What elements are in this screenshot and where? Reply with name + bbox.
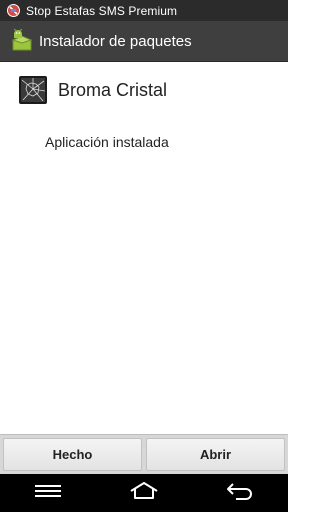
app-header: Broma Cristal (19, 76, 167, 104)
menu-button[interactable] (28, 478, 68, 508)
app-name: Broma Cristal (58, 79, 168, 100)
button-bar: Hecho Abrir (0, 434, 288, 474)
status-bar: Stop Estafas SMS Premium (0, 0, 288, 21)
back-button[interactable] (220, 478, 260, 508)
stop-sign-icon (6, 4, 20, 18)
menu-icon (35, 484, 61, 503)
done-button[interactable]: Hecho (3, 438, 142, 471)
android-package-icon (9, 28, 35, 54)
install-status-text: Aplicación instalada (45, 134, 169, 150)
action-bar: Instalador de paquetes (0, 21, 288, 62)
home-button[interactable] (124, 478, 164, 508)
navigation-bar (0, 474, 288, 512)
back-icon (226, 482, 254, 505)
open-button[interactable]: Abrir (146, 438, 285, 471)
home-icon (129, 481, 159, 505)
page-title: Instalador de paquetes (39, 32, 192, 50)
status-bar-notification-text: Stop Estafas SMS Premium (26, 3, 178, 18)
cracked-glass-icon (19, 76, 47, 104)
